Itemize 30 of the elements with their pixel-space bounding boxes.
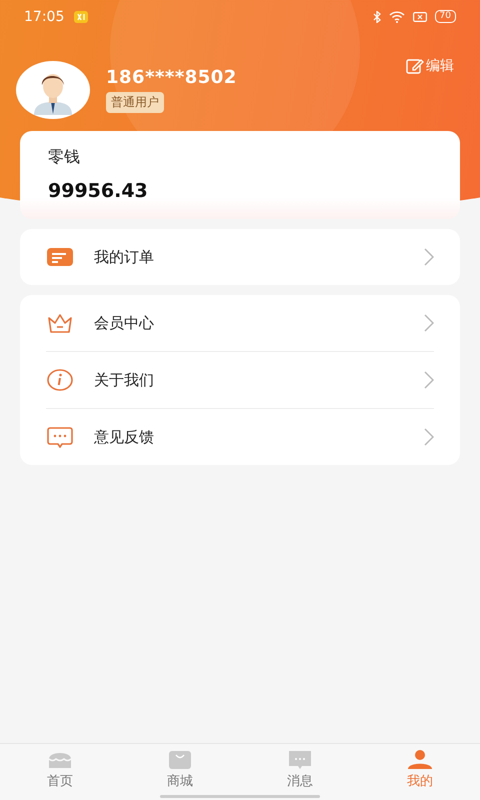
edit-icon [406, 58, 424, 74]
chevron-icon [424, 428, 434, 446]
menu-item[interactable]: 我的订单 [46, 229, 434, 285]
chevron-icon [424, 371, 434, 389]
bag-icon [166, 750, 194, 770]
menu-item[interactable]: 会员中心 [46, 295, 434, 352]
user-level-tag: 普通用户 [106, 92, 164, 113]
menu-item[interactable]: 意见反馈 [46, 409, 434, 465]
status-time: 17:05 [24, 8, 64, 24]
info-icon [46, 369, 74, 391]
sim-icon [412, 12, 427, 22]
bluetooth-icon [372, 10, 381, 22]
wallet-amount: 99956.43 [48, 180, 149, 202]
chevron-icon [424, 314, 434, 332]
tab[interactable]: 商城 [120, 744, 240, 795]
menu-item[interactable]: 关于我们 [46, 352, 434, 409]
chat-icon [46, 426, 74, 448]
battery-level: 70 [434, 10, 456, 23]
wallet-card[interactable]: 零钱 99956.43 [20, 131, 460, 219]
list-icon [46, 246, 74, 268]
avatar[interactable] [16, 61, 90, 119]
person-icon [406, 750, 434, 770]
tab[interactable]: 消息 [240, 744, 360, 795]
tab[interactable]: 首页 [0, 744, 120, 795]
chat-icon [286, 750, 314, 770]
chevron-icon [424, 248, 434, 266]
wallet-label: 零钱 [48, 147, 81, 168]
wifi-icon [388, 10, 405, 22]
phone-number: 186****8502 [106, 67, 237, 88]
crown-icon [46, 312, 74, 334]
